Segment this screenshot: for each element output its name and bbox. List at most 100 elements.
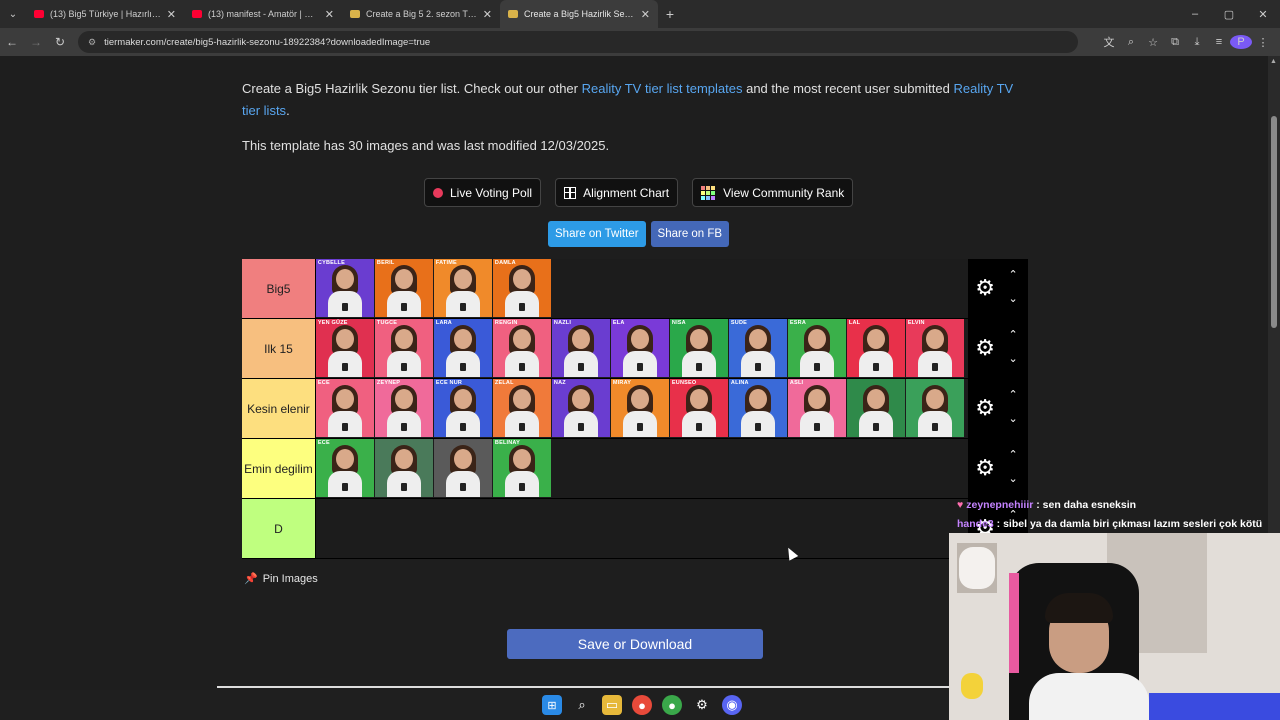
media-icon[interactable]: ≡: [1208, 36, 1230, 48]
share-twitter-button[interactable]: Share on Twitter: [548, 221, 646, 247]
tier-items[interactable]: YEN GÜZE TUGCE LARA RENGIN NAZLI ELA NISA SUDE E…: [315, 319, 969, 378]
reality-tv-templates-link[interactable]: Reality TV tier list templates: [582, 81, 743, 96]
tab-search-icon[interactable]: ⌄: [0, 0, 26, 28]
discord-icon[interactable]: ◉: [722, 695, 742, 715]
contestant-image[interactable]: NAZLI: [551, 319, 610, 377]
browser-tab[interactable]: Create a Big 5 2. sezon Tier List ✕: [342, 0, 500, 28]
tier-label[interactable]: Kesin elenir: [242, 379, 316, 438]
chrome-icon[interactable]: ●: [662, 695, 682, 715]
extensions-icon[interactable]: ⧉: [1164, 36, 1186, 49]
close-tab-icon[interactable]: ✕: [641, 8, 650, 21]
contestant-image[interactable]: [905, 379, 964, 437]
contestant-name: EUNSEO: [671, 380, 697, 386]
chevron-down-icon[interactable]: ⌄: [1006, 292, 1020, 305]
scrollbar-thumb[interactable]: [1271, 116, 1277, 328]
chevron-down-icon[interactable]: ⌄: [1006, 412, 1020, 425]
tier-label[interactable]: Ilk 15: [242, 319, 316, 378]
contestant-image[interactable]: [846, 379, 905, 437]
contestant-image[interactable]: ECE: [315, 379, 374, 437]
browser-tab[interactable]: (13) Big5 Türkiye | Hazırlık Sezo ✕: [26, 0, 184, 28]
contestant-image[interactable]: ZELAL: [492, 379, 551, 437]
os-taskbar: ⊞ ⌕ ▭ ● ● ⚙ ◉: [0, 690, 949, 720]
contestant-image[interactable]: ECE: [315, 439, 374, 497]
site-info-icon[interactable]: ⚙: [88, 37, 96, 48]
browser-tab-active[interactable]: Create a Big5 Hazirlik Sezonu T ✕: [500, 0, 658, 28]
contestant-image[interactable]: ESRA: [787, 319, 846, 377]
contestant-image[interactable]: [433, 439, 492, 497]
contestant-image[interactable]: SUDE: [728, 319, 787, 377]
url-field[interactable]: ⚙ tiermaker.com/create/big5-hazirlik-sez…: [78, 31, 1078, 53]
maximize-icon[interactable]: ▢: [1212, 0, 1246, 28]
gear-icon[interactable]: ⚙: [974, 397, 996, 419]
contestant-image[interactable]: CYBELLE: [315, 259, 374, 317]
contestant-image[interactable]: EUNSEO: [669, 379, 728, 437]
contestant-image[interactable]: ELVIN: [905, 319, 964, 377]
new-tab-icon[interactable]: +: [658, 6, 682, 22]
toy-figure: [961, 673, 983, 699]
gear-icon[interactable]: ⚙: [974, 457, 996, 479]
alignment-chart-button[interactable]: Alignment Chart: [555, 178, 679, 207]
zoom-icon[interactable]: ⌕: [1120, 36, 1142, 49]
contestant-image[interactable]: DAMLA: [492, 259, 551, 317]
contestant-image[interactable]: RENGIN: [492, 319, 551, 377]
tier-label[interactable]: Big5: [242, 259, 316, 318]
contestant-image[interactable]: TUGCE: [374, 319, 433, 377]
forward-icon[interactable]: →: [24, 35, 48, 49]
chevron-down-icon[interactable]: ⌄: [1006, 352, 1020, 365]
tier-items[interactable]: ECE BELINAY: [315, 439, 969, 498]
close-tab-icon[interactable]: ✕: [167, 8, 176, 21]
menu-icon[interactable]: ⋮: [1252, 36, 1274, 49]
contestant-image[interactable]: ALINA: [728, 379, 787, 437]
search-icon[interactable]: ⌕: [572, 695, 592, 715]
contestant-image[interactable]: ASLI: [787, 379, 846, 437]
contestant-image[interactable]: BELINAY: [492, 439, 551, 497]
contestant-image[interactable]: ELA: [610, 319, 669, 377]
chevron-up-icon[interactable]: ⌃: [1006, 448, 1020, 461]
profile-initial: P: [1230, 35, 1252, 49]
chevron-up-icon[interactable]: ⌃: [1006, 268, 1020, 281]
gear-icon[interactable]: ⚙: [974, 337, 996, 359]
contestant-image[interactable]: MIRAY: [610, 379, 669, 437]
tier-items[interactable]: [315, 499, 969, 558]
browser-tab[interactable]: (13) manifest - Amatör | Vlog - ✕: [184, 0, 342, 28]
contestant-image[interactable]: [374, 439, 433, 497]
tier-items[interactable]: ECE ZEYNEP ECE NUR ZELAL NAZ MIRAY EUNSEO ALINA…: [315, 379, 969, 438]
contestant-image[interactable]: FATIME: [433, 259, 492, 317]
download-icon[interactable]: ⤓: [1186, 36, 1208, 49]
translate-icon[interactable]: 文: [1098, 34, 1120, 50]
chrome-icon[interactable]: ●: [632, 695, 652, 715]
contestant-image[interactable]: LAL: [846, 319, 905, 377]
gear-icon[interactable]: ⚙: [974, 277, 996, 299]
back-icon[interactable]: ←: [0, 35, 24, 49]
contestant-image[interactable]: ZEYNEP: [374, 379, 433, 437]
close-tab-icon[interactable]: ✕: [483, 8, 492, 21]
contestant-image[interactable]: YEN GÜZE: [315, 319, 374, 377]
close-window-icon[interactable]: ✕: [1246, 0, 1280, 28]
contestant-image[interactable]: NAZ: [551, 379, 610, 437]
contestant-image[interactable]: NISA: [669, 319, 728, 377]
bookmark-star-icon[interactable]: ☆: [1142, 36, 1164, 49]
minimize-icon[interactable]: –: [1178, 0, 1212, 28]
share-facebook-button[interactable]: Share on FB: [650, 221, 730, 247]
scroll-up-icon[interactable]: ▲: [1270, 58, 1277, 65]
contestant-image[interactable]: ECE NUR: [433, 379, 492, 437]
contestant-image[interactable]: LARA: [433, 319, 492, 377]
live-voting-poll-button[interactable]: Live Voting Poll: [424, 178, 542, 207]
save-or-download-button[interactable]: Save or Download: [507, 629, 763, 659]
tier-label[interactable]: D: [242, 499, 316, 558]
view-community-rank-button[interactable]: View Community Rank: [692, 178, 854, 207]
file-explorer-icon[interactable]: ▭: [602, 695, 622, 715]
profile-avatar[interactable]: P: [1230, 35, 1252, 49]
tier-items[interactable]: CYBELLE BERIL FATIME DAMLA: [315, 259, 969, 318]
tier-label[interactable]: Emin degilim: [242, 439, 316, 498]
template-meta: This template has 30 images and was last…: [242, 138, 610, 153]
windows-start-icon[interactable]: ⊞: [542, 695, 562, 715]
pin-images-toggle[interactable]: 📌 Pin Images: [244, 572, 318, 586]
reload-icon[interactable]: ↻: [48, 35, 72, 49]
chevron-up-icon[interactable]: ⌃: [1006, 388, 1020, 401]
close-tab-icon[interactable]: ✕: [325, 8, 334, 21]
chevron-down-icon[interactable]: ⌄: [1006, 472, 1020, 485]
contestant-image[interactable]: BERIL: [374, 259, 433, 317]
chevron-up-icon[interactable]: ⌃: [1006, 328, 1020, 341]
settings-icon[interactable]: ⚙: [692, 695, 712, 715]
